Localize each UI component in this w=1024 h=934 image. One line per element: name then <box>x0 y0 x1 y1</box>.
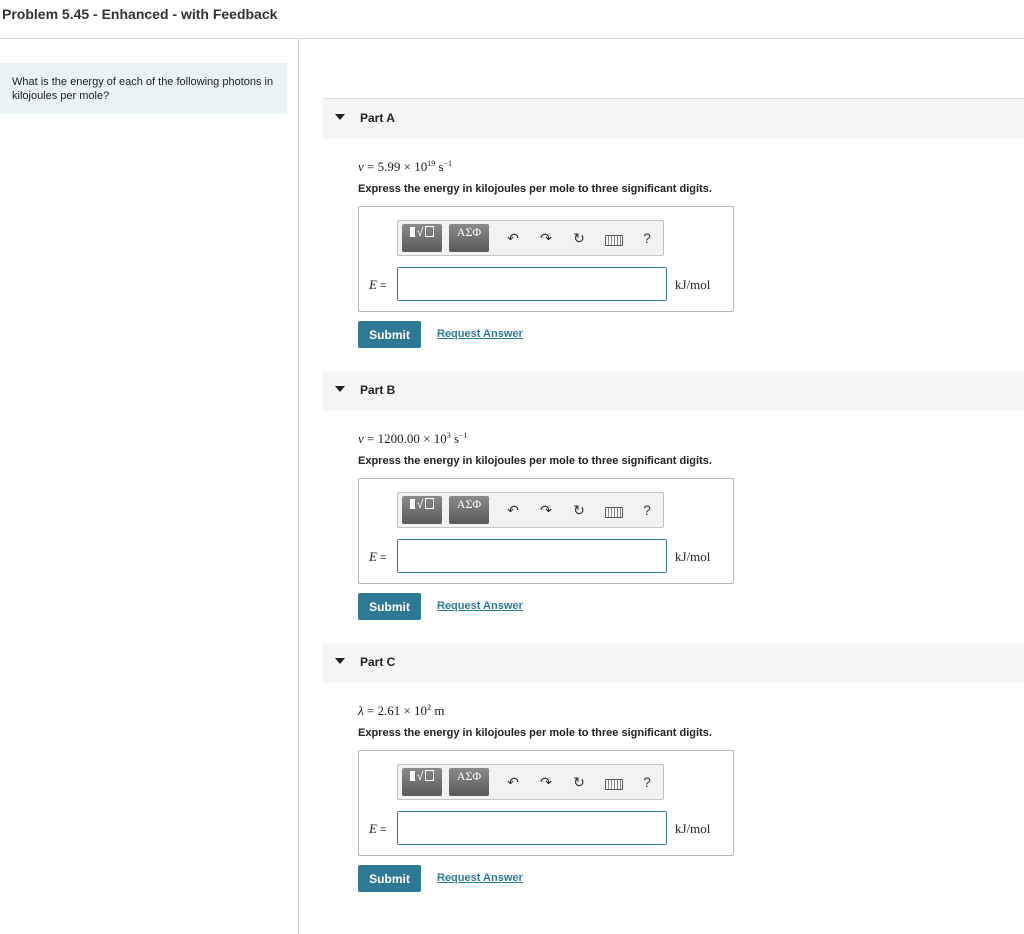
part-c-given: λ = 2.61 × 102 m <box>358 703 445 718</box>
part-a-given: ν = 5.99 × 1019 s−1 <box>358 159 453 174</box>
caret-down-icon[interactable] <box>335 114 345 120</box>
part-c: Part C λ = 2.61 × 102 m Express the ener… <box>322 643 1024 892</box>
question-prompt: What is the energy of each of the follow… <box>0 63 287 114</box>
answer-variable: E = <box>369 277 387 292</box>
reset-icon[interactable]: ↻ <box>570 230 588 246</box>
help-icon[interactable]: ? <box>638 230 656 246</box>
symbols-button[interactable]: ΑΣΦ <box>449 768 489 796</box>
undo-icon[interactable]: ↶ <box>504 230 522 246</box>
column-divider <box>298 39 299 934</box>
symbols-button[interactable]: ΑΣΦ <box>449 496 489 524</box>
part-c-answer-input[interactable] <box>397 811 667 845</box>
caret-down-icon[interactable] <box>335 386 345 392</box>
header-divider <box>0 38 1024 39</box>
part-b-instruction: Express the energy in kilojoules per mol… <box>358 455 712 467</box>
redo-icon[interactable]: ↷ <box>537 502 555 518</box>
part-c-submit-button[interactable]: Submit <box>358 865 421 892</box>
reset-icon[interactable]: ↻ <box>570 502 588 518</box>
part-c-instruction: Express the energy in kilojoules per mol… <box>358 727 712 739</box>
keyboard-icon[interactable] <box>605 507 623 518</box>
math-toolbar: √ ΑΣΦ ↶ ↷ ↻ ? <box>397 764 664 800</box>
undo-icon[interactable]: ↶ <box>504 774 522 790</box>
templates-button[interactable]: √ <box>402 496 442 524</box>
part-a-answer-input[interactable] <box>397 267 667 301</box>
part-a-header[interactable]: Part A <box>322 99 1024 139</box>
part-b: Part B ν = 1200.00 × 103 s−1 Express the… <box>322 371 1024 620</box>
keyboard-icon[interactable] <box>605 235 623 246</box>
answer-units: kJ/mol <box>675 821 711 836</box>
part-a-submit-button[interactable]: Submit <box>358 321 421 348</box>
part-b-given: ν = 1200.00 × 103 s−1 <box>358 431 468 446</box>
answer-units: kJ/mol <box>675 277 711 292</box>
answer-variable: E = <box>369 549 387 564</box>
answer-units: kJ/mol <box>675 549 711 564</box>
templates-button[interactable]: √ <box>402 224 442 252</box>
part-b-submit-button[interactable]: Submit <box>358 593 421 620</box>
keyboard-icon[interactable] <box>605 779 623 790</box>
redo-icon[interactable]: ↷ <box>537 774 555 790</box>
part-c-request-answer-link[interactable]: Request Answer <box>437 872 523 884</box>
templates-button[interactable]: √ <box>402 768 442 796</box>
part-a: Part A ν = 5.99 × 1019 s−1 Express the e… <box>322 99 1024 348</box>
part-c-answer-box: √ ΑΣΦ ↶ ↷ ↻ ? E = kJ/mol <box>358 750 734 856</box>
answer-variable: E = <box>369 821 387 836</box>
caret-down-icon[interactable] <box>335 658 345 664</box>
symbols-button[interactable]: ΑΣΦ <box>449 224 489 252</box>
part-a-label: Part A <box>360 111 395 125</box>
reset-icon[interactable]: ↻ <box>570 774 588 790</box>
part-a-answer-box: √ ΑΣΦ ↶ ↷ ↻ ? E = kJ/mol <box>358 206 734 312</box>
page-title: Problem 5.45 - Enhanced - with Feedback <box>2 6 278 22</box>
part-b-header[interactable]: Part B <box>322 371 1024 411</box>
undo-icon[interactable]: ↶ <box>504 502 522 518</box>
redo-icon[interactable]: ↷ <box>537 230 555 246</box>
part-a-instruction: Express the energy in kilojoules per mol… <box>358 183 712 195</box>
part-b-answer-input[interactable] <box>397 539 667 573</box>
math-toolbar: √ ΑΣΦ ↶ ↷ ↻ ? <box>397 220 664 256</box>
part-b-label: Part B <box>360 383 396 397</box>
help-icon[interactable]: ? <box>638 502 656 518</box>
part-b-answer-box: √ ΑΣΦ ↶ ↷ ↻ ? E = kJ/mol <box>358 478 734 584</box>
part-c-header[interactable]: Part C <box>322 643 1024 683</box>
part-b-request-answer-link[interactable]: Request Answer <box>437 600 523 612</box>
help-icon[interactable]: ? <box>638 774 656 790</box>
part-c-label: Part C <box>360 655 396 669</box>
math-toolbar: √ ΑΣΦ ↶ ↷ ↻ ? <box>397 492 664 528</box>
part-a-request-answer-link[interactable]: Request Answer <box>437 328 523 340</box>
